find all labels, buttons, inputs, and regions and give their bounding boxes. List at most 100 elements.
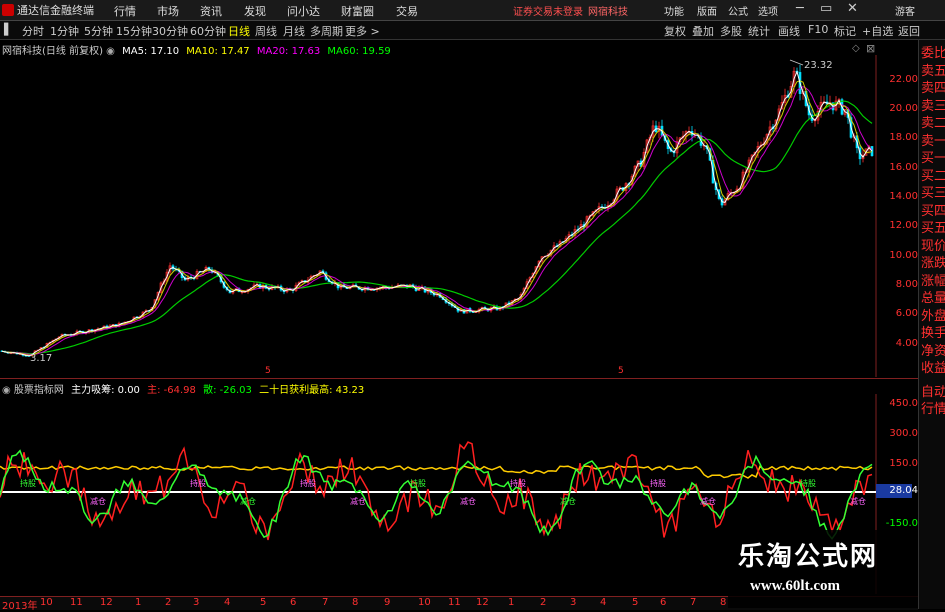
period-1min[interactable]: 1分钟 (50, 23, 79, 39)
menu-zixun[interactable]: 资讯 (200, 3, 222, 19)
x-tick: 12 (476, 597, 489, 608)
signal-label: 减仓 (350, 496, 366, 506)
high-marker: 23.32 (789, 59, 833, 71)
menu-jiaoyi[interactable]: 交易 (396, 3, 418, 19)
period-30min[interactable]: 30分钟 (152, 23, 188, 39)
diamond-icon[interactable]: ◇ (852, 43, 860, 54)
signal-label: 减仓 (460, 496, 476, 506)
tool-f10[interactable]: F10 (808, 23, 828, 36)
side-item[interactable]: 净资 (921, 344, 945, 359)
side-item[interactable]: 卖五 (921, 64, 945, 79)
guest-label[interactable]: 游客 (895, 3, 915, 18)
app-title: 通达信金融终端 (2, 2, 94, 18)
x-tick: 11 (70, 597, 83, 608)
period-5min[interactable]: 5分钟 (84, 23, 113, 39)
side-item[interactable]: 换手 (921, 326, 945, 341)
period-monthly[interactable]: 月线 (283, 23, 305, 39)
side-item[interactable]: 现价 (921, 239, 945, 254)
side-item[interactable]: 收益 (921, 361, 945, 376)
period-15min[interactable]: 15分钟 (116, 23, 152, 39)
y-tick: 12.00 (889, 220, 918, 231)
signal-label: 持股 (410, 478, 426, 488)
x-tick: 11 (448, 597, 461, 608)
app-logo-icon (2, 4, 14, 16)
side-item[interactable]: 涨幅 (921, 274, 945, 289)
period-toolbar: ▌ 分时 1分钟 5分钟 15分钟 30分钟 60分钟 日线 周线 月线 多周期… (0, 21, 945, 40)
price-y-axis: 22.00 20.00 18.00 16.00 14.00 12.00 10.0… (878, 55, 918, 377)
x-tick: 2 (165, 597, 172, 608)
side-item[interactable]: 行情 (921, 402, 945, 417)
side-item[interactable]: 卖四 (921, 81, 945, 96)
x-tick: 1 (135, 597, 142, 608)
event-marker-1: 5 (265, 366, 271, 376)
period-more[interactable]: 更多 > (345, 23, 380, 39)
menu-gongneng[interactable]: 功能 (664, 3, 684, 18)
menu-faxian[interactable]: 发现 (244, 3, 266, 19)
x-tick: 2 (540, 597, 547, 608)
x-tick: 8 (720, 597, 727, 608)
trade-login-notice[interactable]: 证券交易未登录 (513, 3, 583, 18)
side-item[interactable]: 委比 (921, 46, 945, 61)
side-item[interactable]: 买二 (921, 169, 945, 184)
quote-side-panel: 委比卖五卖四卖三卖二卖一买一买二买三买四买五现价涨跌涨幅总量外盘换手净资收益自动… (918, 40, 945, 609)
period-60min[interactable]: 60分钟 (190, 23, 226, 39)
chart-close-icon[interactable]: ⊠ (866, 42, 875, 55)
menu-banmian[interactable]: 版面 (697, 3, 717, 18)
y-tick: 6.00 (895, 308, 918, 319)
y-tick: 22.00 (889, 74, 918, 85)
side-item[interactable]: 卖三 (921, 99, 945, 114)
side-item[interactable]: 涨跌 (921, 256, 945, 271)
tool-duogu[interactable]: 多股 (720, 23, 742, 39)
menu-bar: 通达信金融终端 行情 市场 资讯 发现 问小达 财富圈 交易 证券交易未登录 网… (0, 0, 945, 21)
x-tick: 6 (290, 597, 297, 608)
period-weekly[interactable]: 周线 (255, 23, 277, 39)
price-chart[interactable]: 23.32 3.17 5 5 (0, 55, 918, 377)
restore-icon[interactable]: ▭ (820, 1, 832, 16)
x-tick: 7 (690, 597, 697, 608)
tool-huaxian[interactable]: 画线 (778, 23, 800, 39)
close-icon[interactable]: ✕ (847, 1, 858, 16)
x-tick: 1 (508, 597, 515, 608)
x-tick: 12 (100, 597, 113, 608)
y-tick: 8.00 (895, 279, 918, 290)
side-item[interactable]: 外盘 (921, 309, 945, 324)
x-tick: 8 (352, 597, 359, 608)
side-item[interactable]: 卖一 (921, 134, 945, 149)
watermark: 乐淘公式网 www.60lt.com (728, 530, 918, 608)
period-multi[interactable]: 多周期 (310, 23, 343, 39)
side-item[interactable]: 买三 (921, 186, 945, 201)
side-item[interactable]: 买四 (921, 204, 945, 219)
tool-tongji[interactable]: 统计 (748, 23, 770, 39)
watermark-title: 乐淘公式网 (738, 542, 879, 572)
side-item[interactable]: 卖二 (921, 116, 945, 131)
ind-y-tick: 300.0 (889, 428, 918, 439)
low-label: 3.17 (30, 353, 52, 364)
period-daily[interactable]: 日线 (228, 23, 250, 39)
y-tick: 18.00 (889, 132, 918, 143)
period-fenshi[interactable]: 分时 (22, 23, 44, 39)
tool-biaoji[interactable]: 标记 (834, 23, 856, 39)
x-tick: 10 (418, 597, 431, 608)
side-item[interactable]: 自动 (921, 385, 945, 400)
menu-shichang[interactable]: 市场 (157, 3, 179, 19)
signal-label: 持股 (20, 478, 36, 488)
minimize-icon[interactable]: ─ (796, 1, 804, 16)
side-item[interactable]: 买一 (921, 151, 945, 166)
tool-zixuan[interactable]: +自选 (862, 23, 893, 39)
ind-y-tick: 150.0 (889, 458, 918, 469)
menu-gongshi[interactable]: 公式 (728, 3, 748, 18)
toggle-icon[interactable]: ▌ (4, 23, 12, 36)
menu-wenxiaoda[interactable]: 问小达 (287, 3, 320, 19)
tool-fanhui[interactable]: 返回 (898, 23, 920, 39)
signal-label: 持股 (190, 478, 206, 488)
side-item[interactable]: 买五 (921, 221, 945, 236)
low-marker: 3.17 (30, 353, 52, 364)
tool-diejia[interactable]: 叠加 (692, 23, 714, 39)
side-item[interactable]: 总量 (921, 291, 945, 306)
x-tick: 3 (193, 597, 200, 608)
menu-caifuquan[interactable]: 财富圈 (341, 3, 374, 19)
menu-hangqing[interactable]: 行情 (114, 3, 136, 19)
signal-label: 持股 (800, 478, 816, 488)
tool-fuquan[interactable]: 复权 (664, 23, 686, 39)
menu-xuanxiang[interactable]: 选项 (758, 3, 778, 18)
